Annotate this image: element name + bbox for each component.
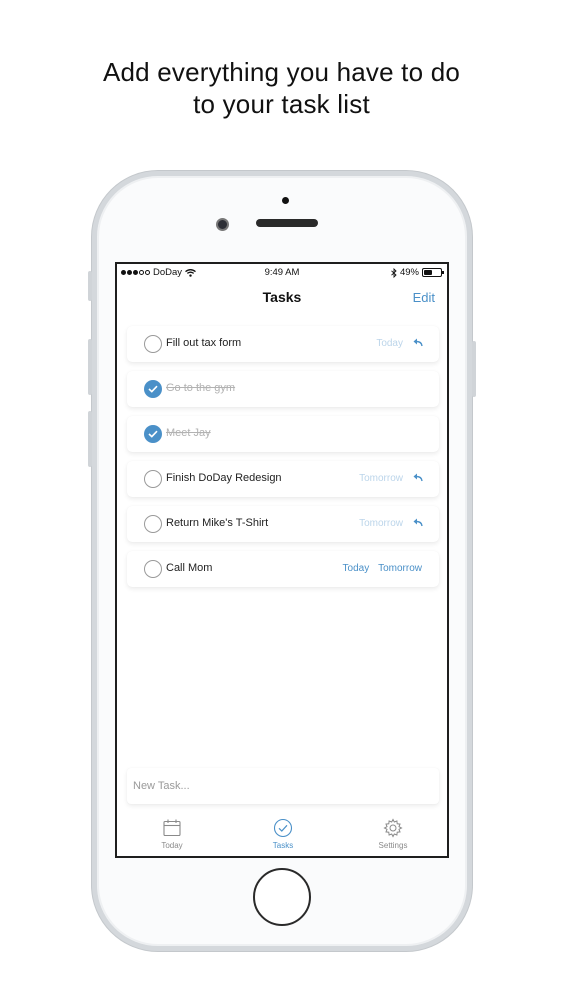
- checkmark-icon: [148, 385, 158, 393]
- due-tomorrow-button[interactable]: Tomorrow: [359, 473, 403, 484]
- app-screen: DoDay 9:49 AM 49% Tasks Edit Fill out ta…: [115, 262, 449, 858]
- checkmark-icon: [148, 430, 158, 438]
- battery-percent: 49%: [399, 267, 419, 278]
- reply-arrow-icon[interactable]: [413, 338, 423, 347]
- task-title: Call Mom: [166, 562, 213, 574]
- calendar-icon: [163, 819, 181, 837]
- reply-arrow-icon[interactable]: [413, 473, 423, 482]
- power-button: [472, 341, 476, 397]
- task-title: Go to the gym: [166, 382, 236, 394]
- task-checkbox-checked[interactable]: [144, 425, 162, 443]
- task-row[interactable]: Meet Jay: [127, 416, 439, 452]
- task-title: Return Mike's T-Shirt: [166, 517, 269, 529]
- task-row[interactable]: Finish DoDay Redesign Tomorrow: [127, 461, 439, 497]
- task-checkbox[interactable]: [144, 560, 162, 578]
- task-row[interactable]: Go to the gym: [127, 371, 439, 407]
- task-title: Fill out tax form: [166, 337, 242, 349]
- home-button[interactable]: [253, 868, 311, 926]
- proximity-sensor: [282, 197, 289, 204]
- tab-settings[interactable]: Settings: [353, 818, 433, 850]
- headline-line-1: Add everything you have to do: [102, 57, 461, 87]
- reply-arrow-icon[interactable]: [413, 518, 423, 527]
- edit-button[interactable]: Edit: [413, 290, 435, 305]
- task-title: Meet Jay: [166, 427, 211, 439]
- due-today-button[interactable]: Today: [343, 563, 370, 574]
- task-row[interactable]: Fill out tax form Today: [127, 326, 439, 362]
- new-task-bar: [127, 768, 439, 804]
- check-circle-icon: [273, 818, 293, 838]
- status-right: 49%: [391, 267, 444, 278]
- volume-down-button: [88, 411, 92, 467]
- task-row[interactable]: Call Mom Tomorrow Today: [127, 551, 439, 587]
- tab-tasks[interactable]: Tasks: [243, 818, 323, 850]
- status-bar: DoDay 9:49 AM 49%: [117, 264, 447, 280]
- tab-today-label: Today: [161, 841, 183, 850]
- task-list: Fill out tax form Today Go to the gym Meet …: [127, 326, 439, 596]
- tab-tasks-label: Tasks: [272, 841, 294, 850]
- tab-today[interactable]: Today: [132, 818, 212, 850]
- mute-switch: [88, 271, 92, 301]
- battery-fill: [424, 270, 432, 275]
- due-tomorrow-button[interactable]: Tomorrow: [378, 563, 422, 574]
- gear-icon: [383, 818, 403, 838]
- task-checkbox-checked[interactable]: [144, 380, 162, 398]
- front-camera-icon: [216, 218, 229, 231]
- bluetooth-icon: [391, 267, 397, 278]
- due-tomorrow-button[interactable]: Tomorrow: [359, 518, 403, 529]
- battery-icon: [422, 268, 444, 277]
- task-row[interactable]: Return Mike's T-Shirt Tomorrow: [127, 506, 439, 542]
- due-today-button[interactable]: Today: [376, 338, 403, 349]
- task-checkbox[interactable]: [144, 335, 162, 353]
- headline-line-2: to your task list: [193, 89, 370, 119]
- tab-settings-label: Settings: [378, 841, 408, 850]
- volume-up-button: [88, 339, 92, 395]
- task-checkbox[interactable]: [144, 470, 162, 488]
- earpiece-speaker: [256, 219, 318, 227]
- page-title: Tasks: [262, 289, 302, 305]
- task-checkbox[interactable]: [144, 515, 162, 533]
- new-task-input[interactable]: [127, 768, 439, 804]
- headline: Add everything you have to do to your ta…: [0, 56, 563, 120]
- task-title: Finish DoDay Redesign: [166, 472, 282, 484]
- tab-bar: Today Tasks Settings: [117, 812, 447, 856]
